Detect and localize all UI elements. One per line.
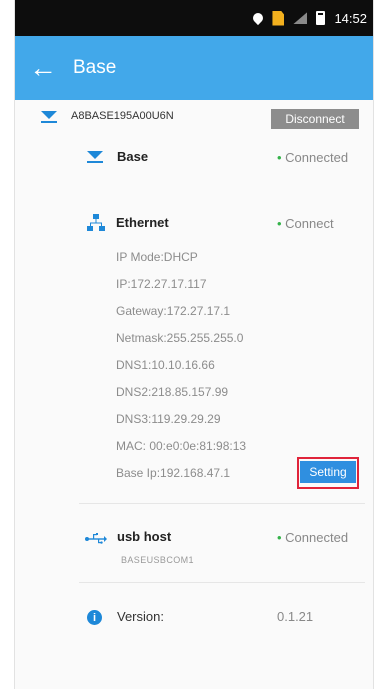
- status-dot-icon: •: [277, 530, 286, 545]
- status-icons: 14:52: [251, 0, 367, 36]
- base-ip: Base Ip:192.168.47.1: [116, 466, 231, 480]
- status-dot-icon: •: [277, 150, 286, 165]
- phone-screen: 14:52 ← Base A8BASE195A00U6N Disconnect …: [14, 0, 374, 689]
- dns1: DNS1:10.10.16.66: [116, 358, 215, 372]
- dns2: DNS2:218.85.157.99: [116, 385, 229, 399]
- ip-mode: IP Mode:DHCP: [116, 250, 198, 264]
- usb-status-text: Connected: [285, 530, 349, 545]
- base-status-text: Connected: [285, 150, 349, 165]
- base-label: Base: [117, 149, 149, 164]
- ethernet-label: Ethernet: [116, 215, 169, 230]
- sim-card-icon: [272, 10, 285, 26]
- status-bar: 14:52: [15, 0, 373, 36]
- wifi-icon: [41, 111, 57, 124]
- setting-button[interactable]: Setting: [300, 461, 356, 483]
- signal-icon: [293, 12, 308, 24]
- ip-address: IP:172.27.17.117: [116, 277, 207, 291]
- info-icon: i: [87, 610, 102, 625]
- device-id: A8BASE195A00U6N: [71, 110, 174, 122]
- base-wifi-icon: [87, 151, 103, 164]
- gateway: Gateway:172.27.17.1: [116, 304, 231, 318]
- page-title: Base: [73, 57, 117, 78]
- battery-icon: [316, 11, 326, 25]
- usb-icon: [85, 533, 107, 544]
- version-value: 0.1.21: [277, 609, 314, 624]
- status-dot-icon: •: [277, 216, 286, 231]
- mac-address: MAC: 00:e0:0e:81:98:13: [116, 439, 247, 453]
- netmask: Netmask:255.255.255.0: [116, 331, 244, 345]
- usb-status: • Connected: [277, 530, 348, 545]
- app-bar: ← Base: [15, 36, 373, 100]
- ethernet-status: • Connect: [277, 216, 334, 231]
- status-time: 14:52: [334, 10, 367, 26]
- divider: [79, 582, 365, 583]
- divider: [79, 503, 365, 504]
- disconnect-button[interactable]: Disconnect: [271, 109, 359, 129]
- back-arrow-icon[interactable]: ←: [29, 54, 59, 82]
- version-label: Version:: [117, 609, 164, 624]
- location-icon: [251, 10, 266, 26]
- usb-label: usb host: [117, 529, 172, 544]
- usb-sub-label: BASEUSBCOM1: [121, 555, 194, 565]
- ethernet-status-text: Connect: [285, 216, 334, 231]
- base-status: • Connected: [277, 150, 348, 165]
- dns3: DNS3:119.29.29.29: [116, 412, 221, 426]
- ethernet-network-icon: [87, 214, 105, 231]
